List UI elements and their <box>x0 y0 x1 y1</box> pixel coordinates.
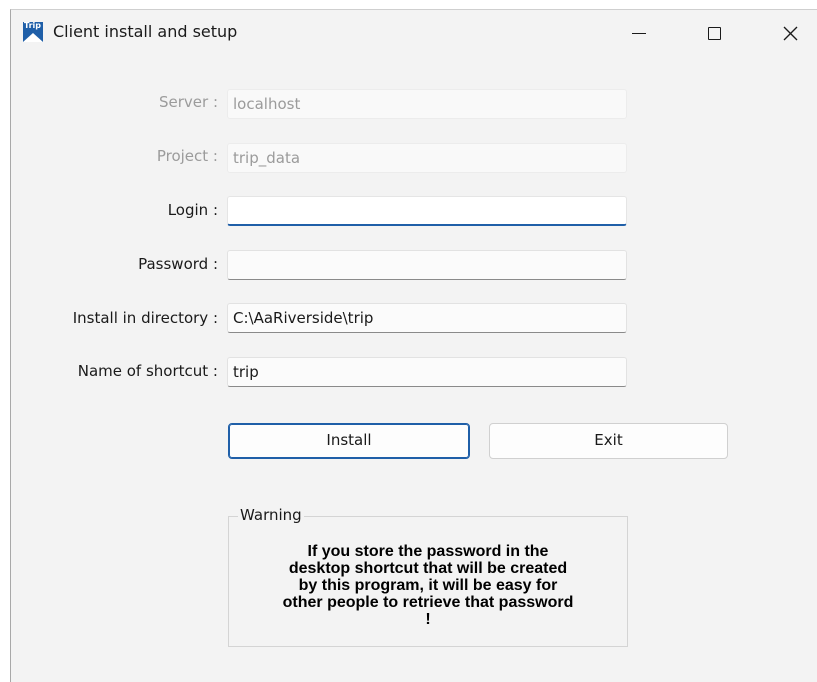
warning-legend: Warning <box>238 506 304 524</box>
warning-line: other people to retrieve that password <box>282 594 574 611</box>
password-label: Password : <box>138 255 218 273</box>
warning-line: If you store the password in the <box>307 543 549 560</box>
minimize-button[interactable] <box>615 10 661 57</box>
warning-groupbox: Warning If you store the password in the… <box>228 506 628 647</box>
app-icon-label: Trip <box>24 22 41 30</box>
install-directory-field[interactable]: C:\AaRiverside\trip <box>227 303 627 333</box>
warning-line: ! <box>425 611 431 628</box>
install-directory-label: Install in directory : <box>72 309 218 327</box>
project-label: Project : <box>156 147 218 165</box>
login-field[interactable] <box>227 196 627 226</box>
close-button[interactable] <box>767 10 813 57</box>
install-button[interactable]: Install <box>228 423 470 459</box>
exit-button[interactable]: Exit <box>489 423 728 459</box>
server-field: localhost <box>227 89 627 119</box>
project-field: trip_data <box>227 143 627 173</box>
password-field[interactable] <box>227 250 627 280</box>
maximize-icon <box>708 27 721 40</box>
server-label: Server : <box>158 93 218 111</box>
maximize-button[interactable] <box>691 10 737 57</box>
app-icon: Trip <box>23 22 43 42</box>
warning-message: If you store the password in the desktop… <box>229 543 627 628</box>
mountain-icon <box>23 33 43 42</box>
window-title: Client install and setup <box>53 22 238 41</box>
shortcut-name-label: Name of shortcut : <box>77 362 218 380</box>
close-icon <box>783 26 798 41</box>
warning-line: desktop shortcut that will be created <box>288 560 568 577</box>
shortcut-name-field[interactable]: trip <box>227 357 627 387</box>
login-label: Login : <box>167 201 218 219</box>
minimize-icon <box>632 33 646 34</box>
installer-window: Trip Client install and setup Server : l… <box>10 9 817 682</box>
warning-line: by this program, it will be easy for <box>298 577 558 594</box>
title-bar[interactable]: Trip Client install and setup <box>11 10 817 57</box>
